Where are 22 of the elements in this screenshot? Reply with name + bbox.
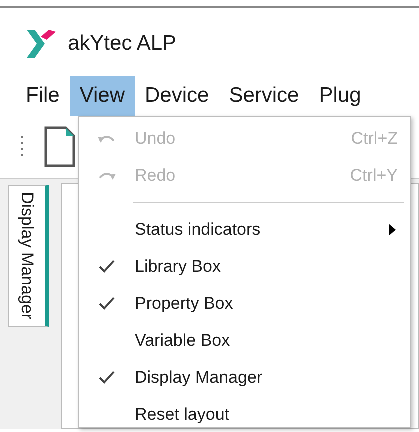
menu-entry[interactable]: Status indicators — [79, 211, 410, 248]
menu-entry[interactable]: Library Box — [79, 248, 410, 285]
redo-icon — [98, 170, 116, 180]
menu-entry[interactable]: Display Manager — [79, 359, 410, 396]
menu-item[interactable]: Plug — [309, 76, 372, 116]
new-document-icon[interactable] — [44, 126, 76, 168]
checkmark-icon — [99, 371, 115, 384]
menu-entry[interactable]: Property Box — [79, 285, 410, 322]
menu-item[interactable]: View — [70, 76, 135, 116]
menu-item[interactable]: Device — [134, 76, 220, 116]
window-title: akYtec ALP — [68, 32, 177, 56]
menu-entry[interactable]: Variable Box — [79, 322, 410, 359]
toolbar-grip-icon — [20, 135, 24, 159]
checkmark-icon — [99, 297, 115, 310]
app-logo-icon — [25, 28, 57, 60]
menu-item[interactable]: File — [16, 76, 70, 116]
checkmark-icon — [99, 260, 115, 273]
undo-icon — [98, 134, 116, 144]
menu-entry[interactable]: Reset layout — [79, 396, 410, 432]
submenu-arrow-icon — [389, 224, 396, 236]
menu-item[interactable]: Service — [219, 76, 310, 116]
side-tab[interactable]: Display Manager — [8, 185, 49, 327]
